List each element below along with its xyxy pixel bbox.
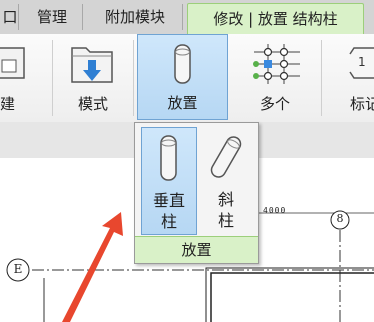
grid-bubble-8-label: 8 <box>336 212 344 225</box>
mode-label: 模式 <box>77 95 108 113</box>
ribbon-separator <box>52 40 53 116</box>
slanted-column-icon <box>210 136 242 178</box>
dimension-label: 4000 <box>263 206 287 215</box>
load-family-icon <box>71 47 113 83</box>
ribbon-separator <box>321 40 322 116</box>
slanted-column-label: 斜 柱 <box>199 189 253 231</box>
ribbon-tab-bar: 口 管理 附加模块 修改 | 放置 结构柱 <box>0 0 374 35</box>
svg-text:1: 1 <box>358 55 366 69</box>
vertical-column-label-line1: 垂直 <box>152 191 185 210</box>
vertical-column-label: 垂直 柱 <box>142 190 196 232</box>
tag-label: 标记 <box>350 95 374 113</box>
multiple-label: 多个 <box>259 95 290 113</box>
vertical-column-button[interactable]: 垂直 柱 <box>141 127 197 235</box>
create-label: 建 <box>0 95 16 113</box>
multiple-grid-icon <box>253 44 300 84</box>
tab-modify-place-structural-column[interactable]: 修改 | 放置 结构柱 <box>187 3 364 34</box>
tab-addins[interactable]: 附加模块 <box>88 4 183 30</box>
create-icon <box>0 47 25 79</box>
place-label: 放置 <box>167 94 198 112</box>
tab-partial-left[interactable]: 口 <box>0 4 19 30</box>
ribbon-separator <box>133 40 134 116</box>
ribbon-panel: 建 模式 放置 多个 1 标记 <box>0 34 374 123</box>
slanted-column-label-line1: 斜 <box>217 190 234 209</box>
vertical-column-label-line2: 柱 <box>160 212 177 231</box>
place-panel-label: 放置 <box>135 236 258 263</box>
load-family-button[interactable]: 模式 <box>56 34 130 120</box>
tab-manage[interactable]: 管理 <box>22 4 83 30</box>
multiple-button[interactable]: 多个 <box>232 34 318 120</box>
place-button[interactable]: 放置 <box>137 34 228 120</box>
grid-bubble-e-label: E <box>13 262 23 276</box>
slanted-column-label-line2: 柱 <box>217 211 234 230</box>
tag-button[interactable]: 1 标记 <box>326 34 374 120</box>
place-dropdown-panel: 垂直 柱 斜 柱 放置 <box>134 122 259 264</box>
vertical-column-icon <box>160 135 177 181</box>
slanted-column-button[interactable]: 斜 柱 <box>199 127 253 233</box>
column-icon <box>174 44 191 84</box>
create-button[interactable]: 建 <box>0 34 45 120</box>
tag-icon: 1 <box>349 47 374 79</box>
